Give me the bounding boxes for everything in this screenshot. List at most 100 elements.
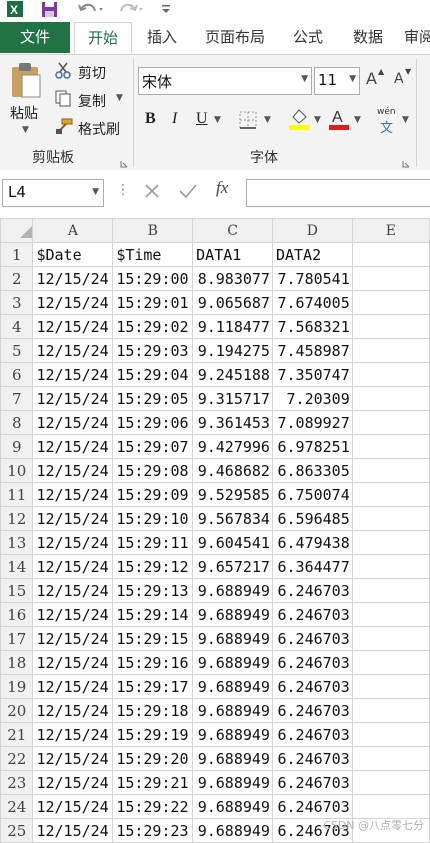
cell-d[interactable]: 6.246703 <box>271 626 353 651</box>
cell-d[interactable]: 6.246703 <box>271 794 353 819</box>
row-header[interactable]: 11 <box>0 482 34 507</box>
cell-a[interactable]: 12/15/24 <box>32 314 114 339</box>
row-header[interactable]: 21 <box>0 722 34 747</box>
tab-file[interactable]: 文件 <box>0 22 70 53</box>
cell-d[interactable]: 6.246703 <box>271 746 353 771</box>
cell-b[interactable]: 15:29:23 <box>112 818 194 843</box>
cell-e[interactable] <box>351 290 430 315</box>
cell-c[interactable]: 9.118477 <box>192 314 273 339</box>
bold-button[interactable]: B <box>145 110 156 128</box>
cell-b[interactable]: 15:29:01 <box>112 290 194 315</box>
font-color-dropdown-icon[interactable]: ▼ <box>354 115 361 125</box>
copy-dropdown-icon[interactable]: ▼ <box>116 93 123 103</box>
cell-a[interactable]: 12/15/24 <box>32 290 114 315</box>
cell-e[interactable] <box>351 650 430 675</box>
row-header[interactable]: 6 <box>0 362 34 387</box>
cell-b[interactable]: 15:29:08 <box>112 458 194 483</box>
cell-b[interactable]: 15:29:17 <box>112 674 194 699</box>
cell-b[interactable]: 15:29:14 <box>112 602 194 627</box>
font-size-box[interactable]: 11 ▼ <box>314 67 360 95</box>
cell-b[interactable]: 15:29:13 <box>112 578 194 603</box>
save-icon[interactable] <box>40 0 58 18</box>
row-header[interactable]: 18 <box>0 650 34 675</box>
cell-e[interactable] <box>351 410 430 435</box>
cell-b[interactable]: 15:29:15 <box>112 626 194 651</box>
cell-c[interactable]: 9.688949 <box>192 722 273 747</box>
cell-e[interactable] <box>351 602 430 627</box>
cell-d[interactable]: 7.674005 <box>271 290 353 315</box>
format-painter-icon[interactable] <box>54 117 74 135</box>
fill-color-dropdown-icon[interactable]: ▼ <box>314 115 321 125</box>
enter-icon[interactable] <box>178 182 198 200</box>
cell-d[interactable]: 6.246703 <box>271 722 353 747</box>
paste-button[interactable]: 粘贴 <box>10 103 38 123</box>
row-header[interactable]: 9 <box>0 434 34 459</box>
border-icon[interactable] <box>238 110 258 130</box>
paste-icon[interactable] <box>8 61 44 101</box>
cell-b[interactable]: 15:29:22 <box>112 794 194 819</box>
cell-e[interactable] <box>351 506 430 531</box>
underline-button[interactable]: U <box>196 110 208 128</box>
cell-b[interactable]: 15:29:07 <box>112 434 194 459</box>
cell-d[interactable]: 7.568321 <box>271 314 353 339</box>
cell-c[interactable]: 9.688949 <box>192 746 273 771</box>
cell-b[interactable]: 15:29:09 <box>112 482 194 507</box>
cell-b[interactable]: 15:29:12 <box>112 554 194 579</box>
cell-d[interactable]: 6.863305 <box>271 458 353 483</box>
redo-icon[interactable] <box>116 0 144 18</box>
cell-e[interactable] <box>351 746 430 771</box>
cell-c[interactable]: 9.688949 <box>192 698 273 723</box>
cell-a[interactable]: 12/15/24 <box>32 722 114 747</box>
cell-a[interactable]: 12/15/24 <box>32 746 114 771</box>
font-color-icon[interactable]: A <box>328 107 350 131</box>
paste-dropdown-icon[interactable]: ▼ <box>22 125 29 135</box>
row-header[interactable]: 8 <box>0 410 34 435</box>
row-header[interactable]: 20 <box>0 698 34 723</box>
row-header[interactable]: 2 <box>0 266 34 291</box>
cell-c[interactable]: 9.427996 <box>192 434 273 459</box>
phonetic-icon[interactable]: wén 文 <box>376 107 398 136</box>
row-header[interactable]: 14 <box>0 554 34 579</box>
copy-icon[interactable] <box>54 89 72 107</box>
cell-a[interactable]: 12/15/24 <box>32 482 114 507</box>
column-header-b[interactable]: B <box>112 218 194 243</box>
cell-e[interactable] <box>351 794 430 819</box>
cell-c[interactable]: 9.194275 <box>192 338 273 363</box>
cut-button[interactable]: 剪切 <box>78 63 106 83</box>
column-header-a[interactable]: A <box>32 218 114 243</box>
phonetic-dropdown-icon[interactable]: ▼ <box>402 115 409 125</box>
row-header[interactable]: 4 <box>0 314 34 339</box>
cell-c[interactable]: 9.361453 <box>192 410 273 435</box>
name-box[interactable]: L4 ▼ <box>2 179 104 207</box>
cell-e[interactable] <box>351 266 430 291</box>
cell-c[interactable]: 9.688949 <box>192 626 273 651</box>
cell-d[interactable]: 7.20309 <box>271 386 353 411</box>
cell-b[interactable]: 15:29:02 <box>112 314 194 339</box>
cell-e[interactable] <box>351 554 430 579</box>
cell-b[interactable]: 15:29:00 <box>112 266 194 291</box>
cell-a[interactable]: 12/15/24 <box>32 362 114 387</box>
cell-d[interactable]: 7.458987 <box>271 338 353 363</box>
shrink-font-button[interactable]: A <box>394 71 404 87</box>
cell-a[interactable]: 12/15/24 <box>32 506 114 531</box>
cell-c[interactable]: DATA1 <box>192 242 273 267</box>
cell-b[interactable]: 15:29:10 <box>112 506 194 531</box>
cell-d[interactable]: 6.246703 <box>271 674 353 699</box>
cell-e[interactable] <box>351 242 430 267</box>
cell-c[interactable]: 9.657217 <box>192 554 273 579</box>
row-header[interactable]: 12 <box>0 506 34 531</box>
cell-b[interactable]: 15:29:05 <box>112 386 194 411</box>
cell-a[interactable]: 12/15/24 <box>32 698 114 723</box>
cell-c[interactable]: 9.688949 <box>192 578 273 603</box>
name-box-dropdown-icon[interactable]: ▼ <box>92 187 99 197</box>
cell-e[interactable] <box>351 722 430 747</box>
cell-a[interactable]: 12/15/24 <box>32 602 114 627</box>
cell-e[interactable] <box>351 626 430 651</box>
cell-a[interactable]: 12/15/24 <box>32 266 114 291</box>
row-header[interactable]: 3 <box>0 290 34 315</box>
cell-e[interactable] <box>351 482 430 507</box>
row-header[interactable]: 10 <box>0 458 34 483</box>
row-header[interactable]: 22 <box>0 746 34 771</box>
select-all-corner[interactable] <box>0 218 34 243</box>
column-header-e[interactable]: E <box>351 218 430 243</box>
